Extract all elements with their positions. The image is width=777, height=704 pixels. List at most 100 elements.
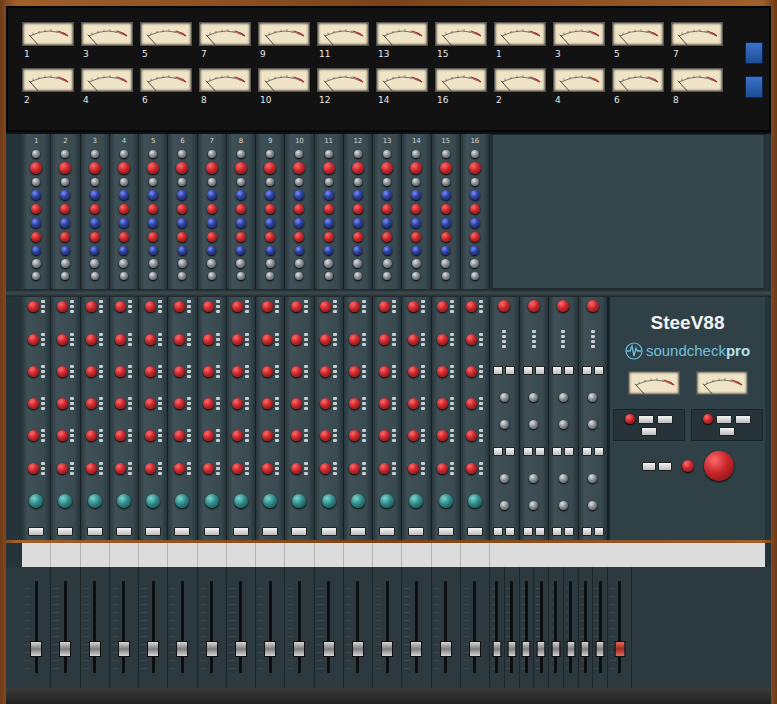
knob[interactable] bbox=[320, 430, 331, 441]
knob[interactable] bbox=[235, 162, 247, 174]
knob[interactable] bbox=[208, 150, 216, 158]
knob[interactable] bbox=[625, 414, 635, 424]
group-button[interactable] bbox=[552, 527, 562, 536]
knob[interactable] bbox=[349, 398, 360, 409]
knob[interactable] bbox=[381, 162, 393, 174]
fader[interactable] bbox=[139, 567, 168, 688]
knob[interactable] bbox=[120, 272, 128, 280]
knob[interactable] bbox=[559, 420, 568, 429]
meter-switch[interactable] bbox=[745, 42, 763, 64]
knob[interactable] bbox=[120, 178, 128, 186]
knob[interactable] bbox=[411, 232, 421, 242]
control-button[interactable] bbox=[641, 427, 657, 436]
knob[interactable] bbox=[30, 162, 42, 174]
knob[interactable] bbox=[379, 430, 390, 441]
group-button[interactable] bbox=[594, 527, 604, 536]
channel-button[interactable] bbox=[28, 527, 44, 536]
knob[interactable] bbox=[28, 430, 39, 441]
knob[interactable] bbox=[120, 150, 128, 158]
knob[interactable] bbox=[351, 494, 365, 508]
knob[interactable] bbox=[529, 393, 538, 402]
knob[interactable] bbox=[466, 463, 477, 474]
knob[interactable] bbox=[412, 246, 421, 255]
knob[interactable] bbox=[174, 301, 185, 312]
knob[interactable] bbox=[292, 494, 306, 508]
knob[interactable] bbox=[295, 150, 303, 158]
knob[interactable] bbox=[295, 246, 304, 255]
fader-cap[interactable] bbox=[440, 641, 452, 657]
knob[interactable] bbox=[320, 366, 331, 377]
knob[interactable] bbox=[174, 334, 185, 345]
knob[interactable] bbox=[149, 259, 158, 268]
knob[interactable] bbox=[588, 474, 597, 483]
knob[interactable] bbox=[704, 451, 734, 481]
group-button[interactable] bbox=[564, 527, 574, 536]
knob[interactable] bbox=[31, 232, 41, 242]
knob[interactable] bbox=[383, 246, 392, 255]
knob[interactable] bbox=[118, 162, 130, 174]
knob[interactable] bbox=[31, 204, 41, 214]
knob[interactable] bbox=[471, 178, 479, 186]
fader-cap[interactable] bbox=[206, 641, 218, 657]
knob[interactable] bbox=[559, 393, 568, 402]
fader-cap[interactable] bbox=[264, 641, 276, 657]
knob[interactable] bbox=[61, 150, 69, 158]
knob[interactable] bbox=[529, 420, 538, 429]
knob[interactable] bbox=[294, 190, 304, 200]
knob[interactable] bbox=[291, 463, 302, 474]
knob[interactable] bbox=[115, 463, 126, 474]
fader[interactable] bbox=[344, 567, 373, 688]
knob[interactable] bbox=[437, 463, 448, 474]
knob[interactable] bbox=[441, 218, 451, 228]
fader[interactable] bbox=[256, 567, 285, 688]
knob[interactable] bbox=[145, 301, 156, 312]
knob[interactable] bbox=[57, 463, 68, 474]
knob[interactable] bbox=[557, 300, 569, 312]
channel-button[interactable] bbox=[87, 527, 103, 536]
channel-button[interactable] bbox=[233, 527, 249, 536]
knob[interactable] bbox=[293, 162, 305, 174]
knob[interactable] bbox=[60, 232, 70, 242]
fader-cap[interactable] bbox=[323, 641, 335, 657]
knob[interactable] bbox=[408, 301, 419, 312]
knob[interactable] bbox=[232, 334, 243, 345]
group-button[interactable] bbox=[552, 447, 562, 456]
knob[interactable] bbox=[174, 366, 185, 377]
knob[interactable] bbox=[382, 190, 392, 200]
channel-button[interactable] bbox=[467, 527, 483, 536]
knob[interactable] bbox=[266, 272, 274, 280]
knob[interactable] bbox=[237, 150, 245, 158]
knob[interactable] bbox=[149, 246, 158, 255]
group-button[interactable] bbox=[552, 366, 562, 375]
knob[interactable] bbox=[177, 190, 187, 200]
knob[interactable] bbox=[119, 246, 128, 255]
knob[interactable] bbox=[119, 218, 129, 228]
control-button[interactable] bbox=[658, 462, 672, 471]
knob[interactable] bbox=[266, 246, 275, 255]
knob[interactable] bbox=[529, 474, 538, 483]
scribble-cell[interactable] bbox=[344, 543, 373, 567]
group-button[interactable] bbox=[582, 447, 592, 456]
knob[interactable] bbox=[437, 334, 448, 345]
knob[interactable] bbox=[145, 398, 156, 409]
knob[interactable] bbox=[32, 259, 41, 268]
knob[interactable] bbox=[354, 272, 362, 280]
knob[interactable] bbox=[408, 463, 419, 474]
fader[interactable] bbox=[461, 567, 490, 688]
knob[interactable] bbox=[237, 272, 245, 280]
knob[interactable] bbox=[588, 501, 597, 510]
fader-cap[interactable] bbox=[596, 641, 605, 657]
knob[interactable] bbox=[262, 430, 273, 441]
knob[interactable] bbox=[349, 301, 360, 312]
knob[interactable] bbox=[117, 494, 131, 508]
knob[interactable] bbox=[262, 398, 273, 409]
knob[interactable] bbox=[408, 430, 419, 441]
knob[interactable] bbox=[291, 301, 302, 312]
knob[interactable] bbox=[291, 430, 302, 441]
knob[interactable] bbox=[236, 232, 246, 242]
knob[interactable] bbox=[119, 204, 129, 214]
knob[interactable] bbox=[383, 178, 391, 186]
knob[interactable] bbox=[559, 474, 568, 483]
knob[interactable] bbox=[382, 232, 392, 242]
knob[interactable] bbox=[466, 301, 477, 312]
